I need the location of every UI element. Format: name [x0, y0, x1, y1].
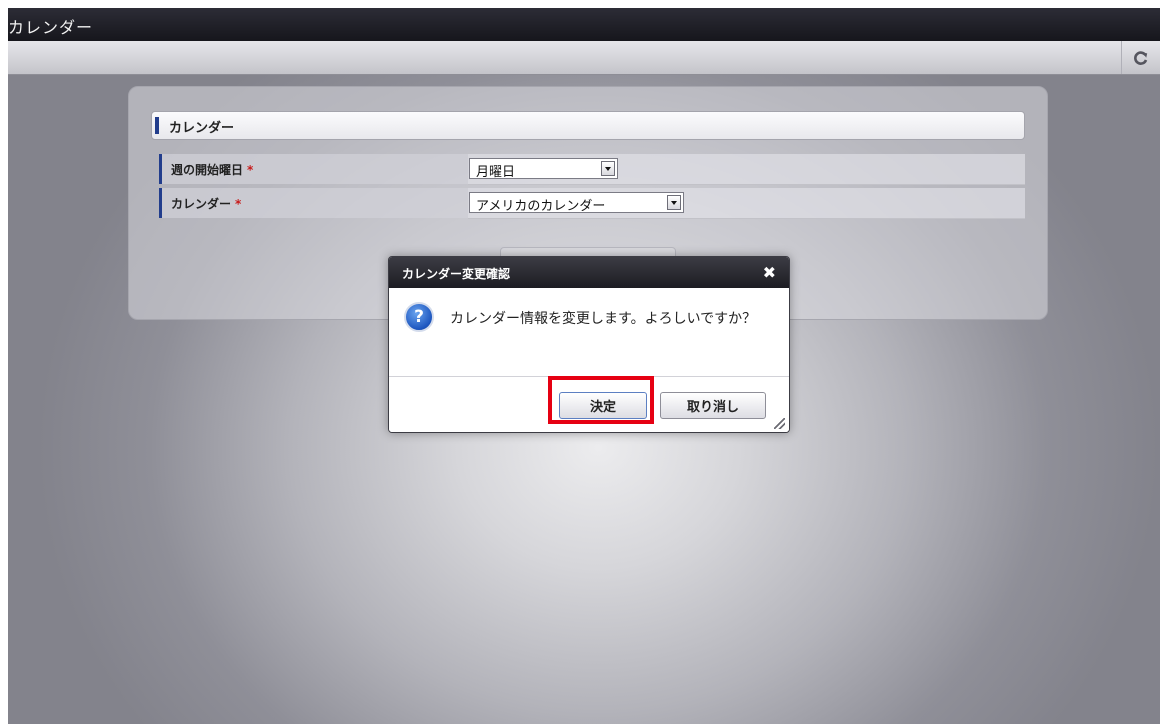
app-frame: カレンダー カレンダー 週の開始曜日 * 月曜日 カレンダー * アメリカのカレ… — [8, 8, 1160, 724]
week-start-label-text: 週の開始曜日 — [171, 163, 244, 177]
week-start-selected-value: 月曜日 — [476, 165, 516, 180]
refresh-button[interactable] — [1121, 41, 1160, 74]
section-title: カレンダー — [169, 121, 235, 136]
week-start-value-cell: 月曜日 — [468, 154, 1025, 185]
calendar-value-cell: アメリカのカレンダー — [468, 188, 1025, 219]
chevron-down-icon[interactable] — [667, 195, 681, 210]
week-start-label-cell: 週の開始曜日 * — [159, 154, 468, 184]
week-start-label: 週の開始曜日 * — [171, 161, 253, 178]
calendar-label: カレンダー * — [171, 195, 241, 212]
question-icon: ? — [404, 302, 434, 332]
form-row-week-start: 週の開始曜日 * 月曜日 — [159, 154, 1025, 185]
confirm-dialog: カレンダー変更確認 ✖ ? カレンダー情報を変更します。よろしいですか？ 決定 … — [388, 256, 790, 433]
dialog-title: カレンダー変更確認 — [402, 267, 511, 281]
dialog-footer: 決定 取り消し — [389, 376, 789, 432]
dialog-body: ? カレンダー情報を変更します。よろしいですか？ — [389, 288, 789, 376]
section-header-bar — [155, 117, 159, 134]
refresh-icon — [1134, 50, 1148, 65]
window-title: カレンダー — [8, 18, 94, 37]
title-bar: カレンダー — [8, 8, 1160, 41]
toolbar — [8, 41, 1160, 75]
week-start-select[interactable]: 月曜日 — [469, 158, 618, 180]
calendar-label-text: カレンダー — [171, 197, 232, 211]
dialog-title-bar[interactable]: カレンダー変更確認 ✖ — [389, 257, 789, 288]
calendar-select[interactable]: アメリカのカレンダー — [469, 192, 684, 214]
calendar-selected-value: アメリカのカレンダー — [476, 199, 606, 214]
dialog-message: カレンダー情報を変更します。よろしいですか？ — [450, 311, 757, 327]
section-header: カレンダー — [151, 111, 1025, 140]
cancel-button[interactable]: 取り消し — [660, 392, 766, 419]
form-row-calendar: カレンダー * アメリカのカレンダー — [159, 188, 1025, 219]
calendar-label-cell: カレンダー * — [159, 188, 468, 218]
resize-handle-icon[interactable] — [774, 418, 785, 429]
required-mark: * — [235, 197, 242, 211]
ok-button[interactable]: 決定 — [559, 392, 647, 419]
close-icon[interactable]: ✖ — [763, 263, 776, 282]
required-mark: * — [247, 163, 254, 177]
chevron-down-icon[interactable] — [601, 161, 615, 176]
